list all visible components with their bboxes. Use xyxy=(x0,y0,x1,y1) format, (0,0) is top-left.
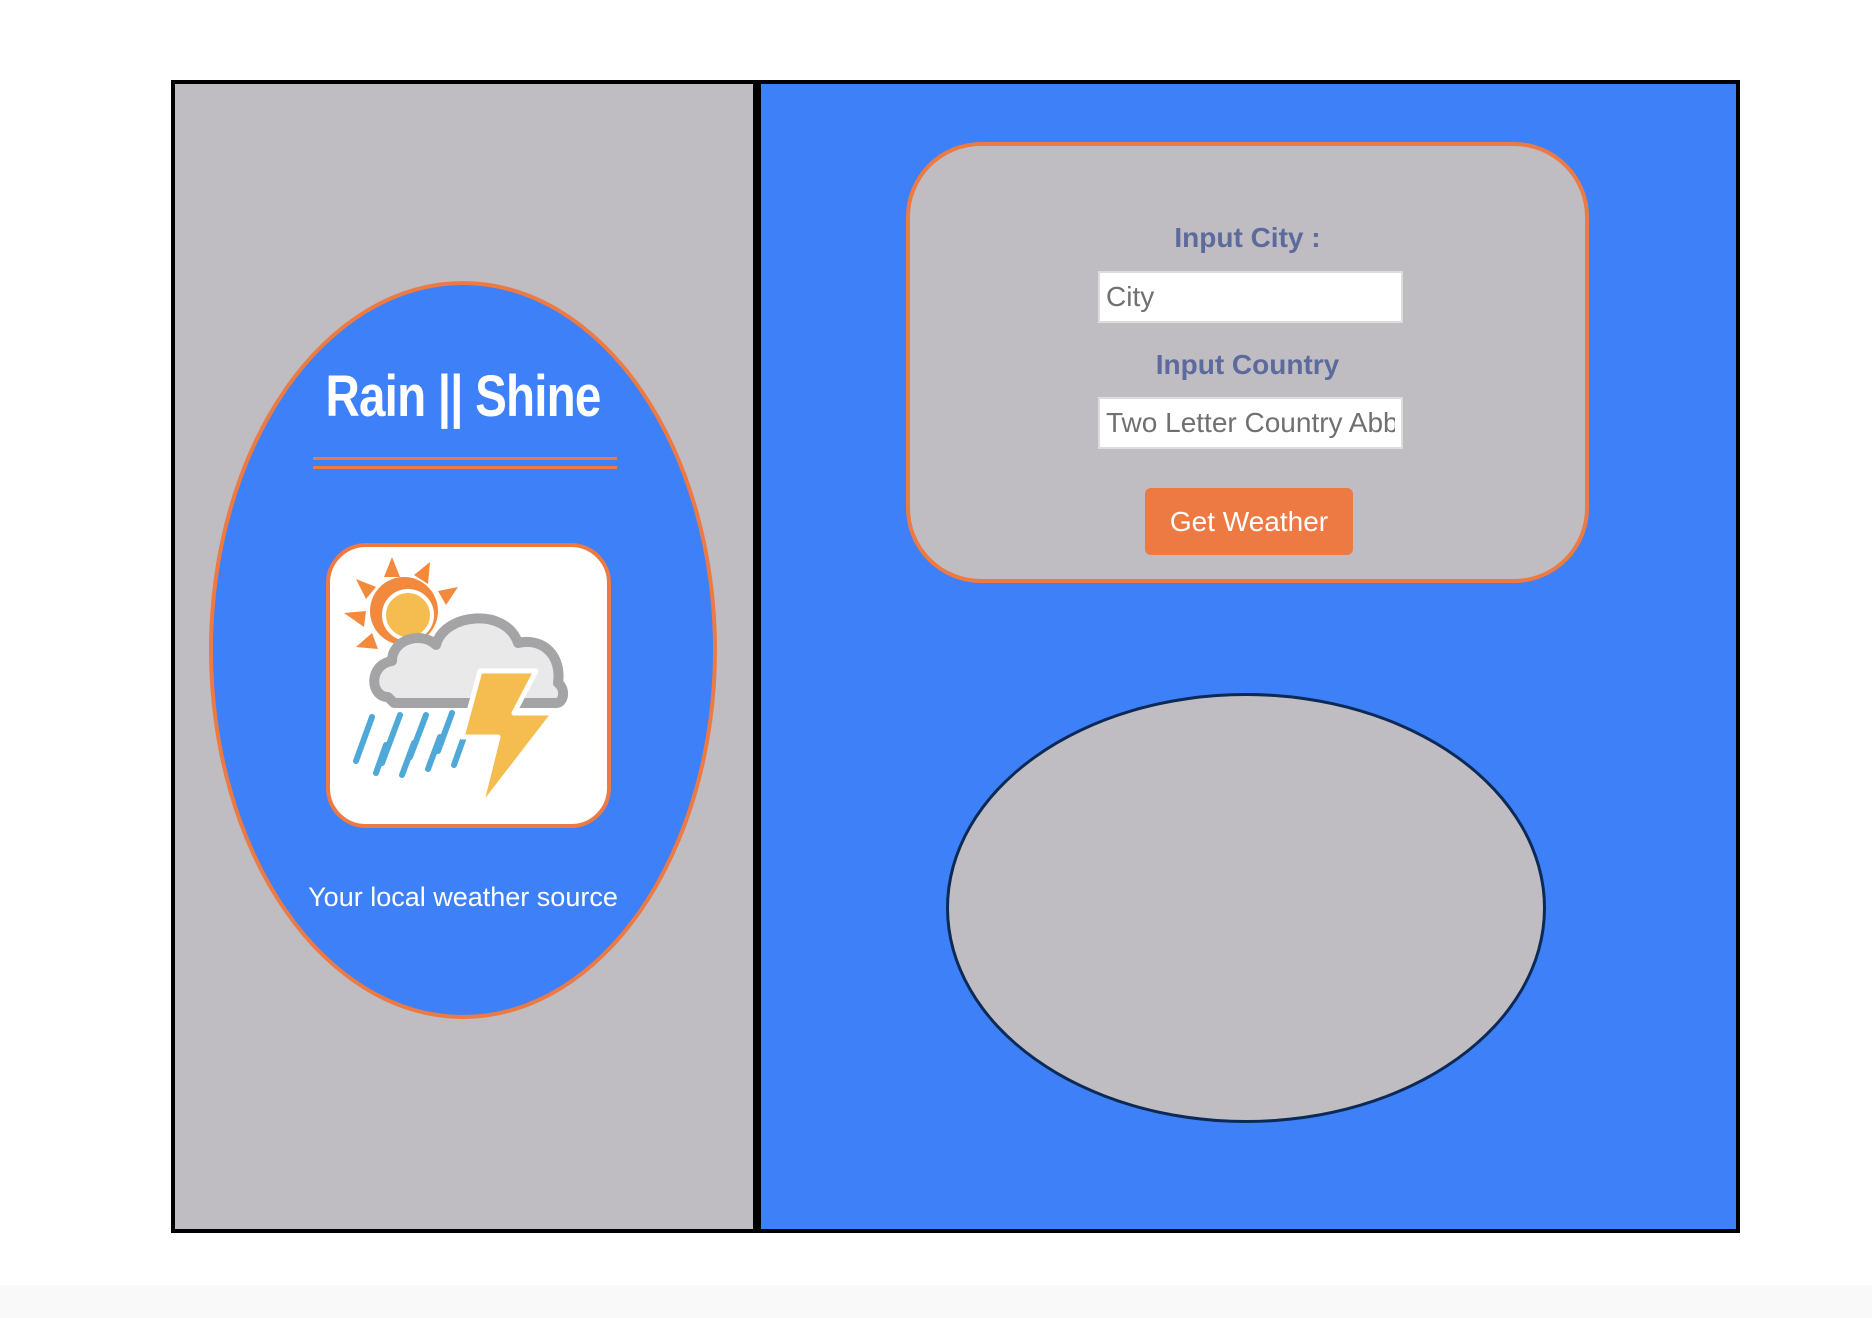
brand-panel: Rain || Shine Your local weather source xyxy=(175,84,753,1229)
brand-divider-bottom xyxy=(313,466,617,469)
country-input[interactable] xyxy=(1098,397,1403,449)
weather-logo xyxy=(326,543,611,828)
app-frame: Rain || Shine Your local weather source … xyxy=(171,80,1740,1233)
city-label: Input City : xyxy=(1174,222,1321,253)
weather-panel: Input City : Input Country Get Weather xyxy=(761,84,1736,1229)
weather-result-display xyxy=(946,693,1546,1123)
brand-oval: Rain || Shine Your local weather source xyxy=(209,281,717,1019)
brand-tagline: Your local weather source xyxy=(308,882,618,912)
country-label: Input Country xyxy=(1155,349,1340,380)
sun-cloud-rain-lightning-icon xyxy=(344,557,568,812)
location-form: Input City : Input Country Get Weather xyxy=(906,142,1589,583)
city-input[interactable] xyxy=(1098,271,1403,323)
get-weather-button[interactable]: Get Weather xyxy=(1145,488,1353,555)
brand-title: Rain || Shine xyxy=(325,364,602,429)
page-bottom-strip xyxy=(0,1285,1872,1318)
panel-divider xyxy=(753,84,761,1229)
brand-divider-top xyxy=(313,457,617,460)
